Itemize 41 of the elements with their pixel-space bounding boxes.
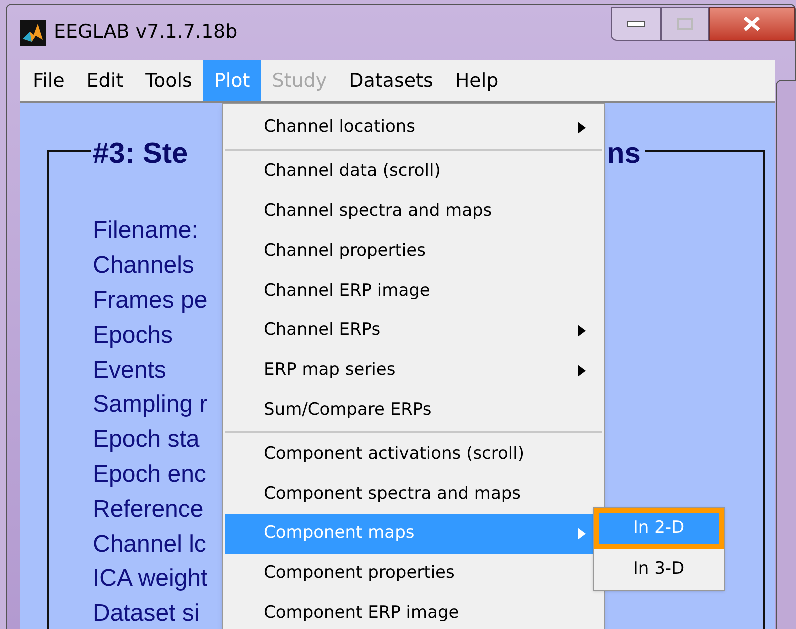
field-label: Filename: bbox=[93, 216, 198, 246]
field-label: Dataset si bbox=[93, 599, 200, 629]
menu-item[interactable]: Channel spectra and maps bbox=[225, 192, 602, 232]
menu-item[interactable]: Channel data (scroll) bbox=[225, 152, 602, 192]
field-label: ICA weight bbox=[93, 564, 208, 594]
panel-title: ns bbox=[607, 137, 641, 172]
field-label: Sampling r bbox=[93, 390, 208, 420]
submenu-arrow-icon bbox=[578, 528, 586, 540]
menu-bar-item[interactable]: Help bbox=[444, 60, 510, 102]
close-button[interactable] bbox=[709, 7, 795, 41]
panel-title: #3: Ste bbox=[93, 138, 188, 170]
menu-item[interactable]: Channel locations bbox=[225, 108, 602, 148]
minimize-button[interactable] bbox=[611, 7, 661, 41]
field-label: Frames pe bbox=[93, 286, 208, 316]
field-label: Channels bbox=[93, 251, 194, 282]
menu-item[interactable]: ERP map series bbox=[225, 350, 602, 391]
menu-item[interactable]: Channel ERPs bbox=[225, 310, 602, 351]
minimize-icon bbox=[627, 21, 645, 27]
menu-item[interactable]: Channel properties bbox=[225, 231, 602, 272]
menu-bar-item[interactable]: Datasets bbox=[338, 60, 444, 102]
menu-item[interactable]: Component activations (scroll) bbox=[225, 434, 602, 474]
submenu-arrow-icon bbox=[578, 122, 586, 134]
field-label: Epoch enc bbox=[93, 460, 206, 490]
field-label: Epoch sta bbox=[93, 425, 200, 456]
menu-item[interactable]: Sum/Compare ERPs bbox=[225, 390, 602, 430]
menu-item[interactable]: Component ERP image bbox=[225, 594, 602, 629]
menu-bar-item[interactable]: Tools bbox=[134, 60, 204, 102]
maximize-icon bbox=[677, 18, 693, 30]
field-label: Reference bbox=[93, 494, 204, 525]
maximize-button[interactable] bbox=[661, 7, 709, 41]
window-title: EEGLAB v7.1.7.18b bbox=[54, 20, 238, 46]
submenu-arrow-icon bbox=[578, 324, 586, 337]
menu-item[interactable]: Channel ERP image bbox=[225, 271, 602, 311]
submenu-arrow-icon bbox=[578, 364, 586, 377]
field-label: Epochs bbox=[93, 320, 174, 351]
app-logo-icon bbox=[20, 20, 46, 46]
field-label: Events bbox=[93, 356, 166, 386]
field-label: Channel lc bbox=[93, 530, 206, 560]
close-icon bbox=[743, 17, 761, 31]
menu-bar-item[interactable]: File bbox=[22, 60, 76, 102]
menu-bar-item[interactable]: Edit bbox=[76, 60, 135, 102]
